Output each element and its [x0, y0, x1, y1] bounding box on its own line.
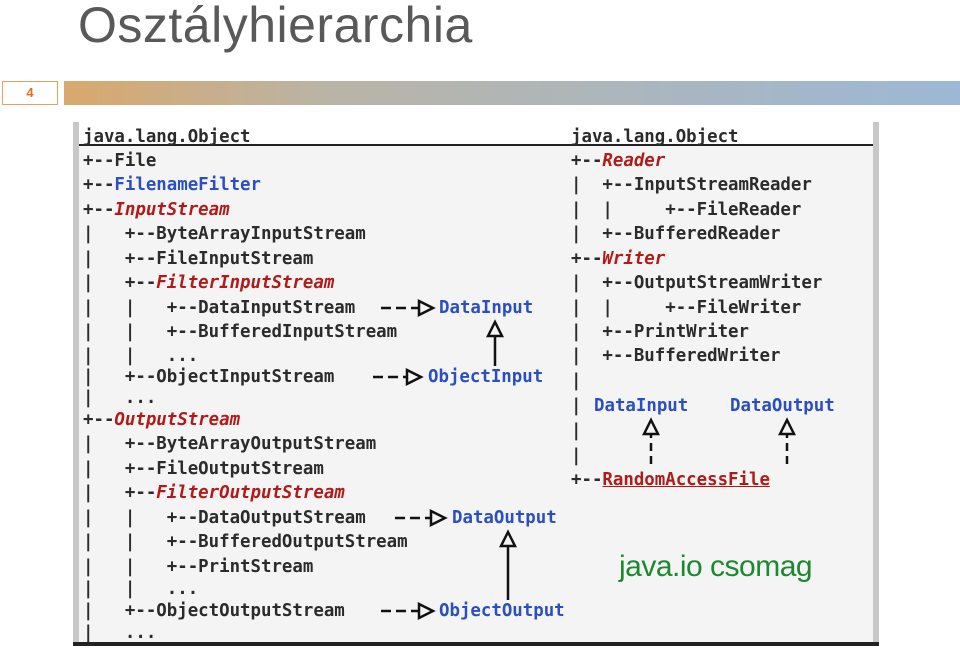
title-divider-bar [64, 81, 960, 105]
arrow-head [641, 417, 661, 436]
arrow-head [485, 319, 505, 338]
slide-number: 4 [2, 81, 58, 105]
arrow-head [405, 367, 424, 387]
slide-title: Osztályhierarchia [78, 0, 473, 53]
arrow-head [777, 417, 797, 436]
arrow-head [498, 529, 518, 548]
arrow-head [429, 508, 448, 528]
arrow-head [417, 601, 436, 621]
package-label: java.io csomag [619, 550, 813, 583]
arrow-head [417, 298, 436, 318]
class-hierarchy-diagram: java.lang.Object +--File +--FilenameFilt… [73, 122, 879, 646]
